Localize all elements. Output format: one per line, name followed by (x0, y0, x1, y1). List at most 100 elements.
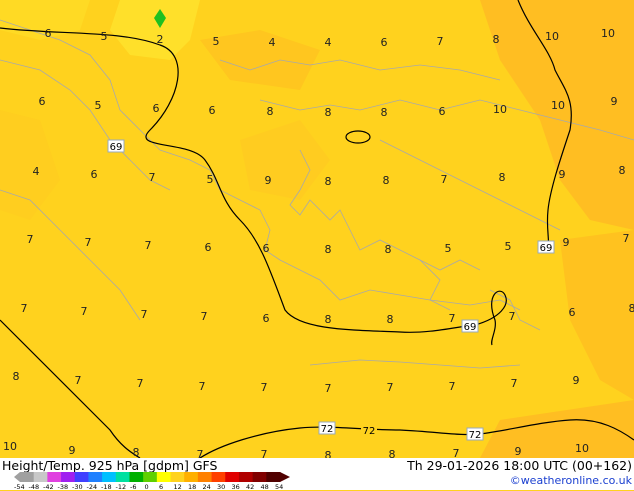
colorbar-swatch (129, 472, 143, 482)
temperature-value: 9 (563, 236, 570, 249)
temperature-value: 9 (515, 445, 522, 458)
colorbar-swatch (171, 472, 185, 482)
colorbar-swatch (239, 472, 253, 482)
temperature-value: 6 (263, 312, 270, 325)
temperature-value: 8 (383, 174, 390, 187)
temperature-value: 10 (601, 27, 615, 40)
colorbar-right-arrow (280, 472, 290, 482)
temperature-value: 10 (493, 103, 507, 116)
temperature-value: 5 (445, 242, 452, 255)
colorbar-swatch (102, 472, 116, 482)
temperature-value: 4 (33, 165, 40, 178)
temperature-value: 6 (439, 105, 446, 118)
footer: Height/Temp. 925 hPa [gdpm] GFS Th 29-01… (0, 458, 634, 490)
colorbar-left-arrow (14, 472, 20, 482)
copyright: ©weatheronline.co.uk (510, 474, 632, 487)
temperature-value: 6 (381, 36, 388, 49)
temperature-value: 8 (267, 105, 274, 118)
temperature-value: 7 (449, 380, 456, 393)
temperature-value: 10 (3, 440, 17, 453)
temperature-value: 8 (13, 370, 20, 383)
temperature-value: 6 (205, 241, 212, 254)
temperature-value: 8 (325, 313, 332, 326)
temperature-value: 7 (449, 312, 456, 325)
colorbar-swatch (225, 472, 239, 482)
temperature-value: 4 (269, 36, 276, 49)
map-title: Height/Temp. 925 hPa [gdpm] GFS (2, 458, 217, 473)
temperature-value: 8 (325, 243, 332, 256)
temperature-value: 5 (95, 99, 102, 112)
temperature-value: 6 (209, 104, 216, 117)
temperature-value: 7 (75, 374, 82, 387)
temperature-value: 8 (499, 171, 506, 184)
colorbar-swatch (266, 472, 280, 482)
colorbar-swatch (212, 472, 226, 482)
temperature-value: 9 (559, 168, 566, 181)
temperature-value: 7 (145, 239, 152, 252)
colorbar-swatch (184, 472, 198, 482)
temperature-value: 8 (619, 164, 626, 177)
contour-label: 72 (469, 430, 482, 441)
colorbar-swatch (116, 472, 130, 482)
temperature-value: 10 (551, 99, 565, 112)
temperature-value: 7 (261, 381, 268, 394)
colorbar-swatch (47, 472, 61, 482)
contour-label: 69 (110, 142, 123, 153)
colorbar-swatch (34, 472, 48, 482)
temperature-value: 9 (573, 374, 580, 387)
temperature-value: 7 (511, 377, 518, 390)
colorbar-swatch (88, 472, 102, 482)
temperature-value: 6 (39, 95, 46, 108)
temperature-value: 8 (493, 33, 500, 46)
colorbar-swatch (61, 472, 75, 482)
temperature-value: 6 (153, 102, 160, 115)
colorbar-swatch (253, 472, 267, 482)
temperature-value: 7 (137, 377, 144, 390)
weather-map: 69 69 69 72 72 72 6525446781010656688861… (0, 0, 634, 490)
temperature-value: 10 (575, 442, 589, 455)
temperature-value: 10 (545, 30, 559, 43)
temperature-value: 4 (325, 36, 332, 49)
temperature-value: 6 (91, 168, 98, 181)
temperature-value: 7 (441, 173, 448, 186)
temperature-value: 5 (101, 30, 108, 43)
temperature-value: 5 (213, 35, 220, 48)
temperature-value: 5 (505, 240, 512, 253)
temperature-value: 7 (623, 232, 630, 245)
temperature-value: 7 (27, 233, 34, 246)
temperature-value: 8 (387, 313, 394, 326)
colorbar-swatch (157, 472, 171, 482)
temperature-value: 7 (387, 381, 394, 394)
temperature-value: 7 (149, 171, 156, 184)
temperature-value: 8 (325, 175, 332, 188)
temperature-value: 8 (629, 302, 634, 315)
colorbar-swatch (75, 472, 89, 482)
temperature-value: 7 (21, 302, 28, 315)
temperature-value: 7 (199, 380, 206, 393)
temperature-value: 8 (381, 106, 388, 119)
temperature-value: 6 (45, 27, 52, 40)
temperature-value: 7 (85, 236, 92, 249)
temperature-value: 8 (325, 106, 332, 119)
temperature-value: 7 (141, 308, 148, 321)
temperature-value: 8 (385, 243, 392, 256)
temperature-value: 7 (325, 382, 332, 395)
temperature-value: 7 (509, 310, 516, 323)
temperature-value: 7 (81, 305, 88, 318)
temperature-value: 5 (207, 173, 214, 186)
temperature-value: 9 (265, 174, 272, 187)
temperature-value: 7 (201, 310, 208, 323)
colorbar-swatch (20, 472, 34, 482)
temperature-value: 9 (611, 95, 618, 108)
contour-label: 72 (321, 424, 334, 435)
contour-label: 72 (363, 426, 376, 437)
temperature-value: 7 (437, 35, 444, 48)
temperature-value: 6 (263, 242, 270, 255)
contour-label: 69 (540, 243, 553, 254)
colorbar (14, 472, 292, 482)
contour-label: 69 (464, 322, 477, 333)
colorbar-swatch (143, 472, 157, 482)
map-datetime: Th 29-01-2026 18:00 UTC (00+162) (407, 458, 632, 473)
temperature-value: 9 (69, 444, 76, 457)
colorbar-swatch (198, 472, 212, 482)
